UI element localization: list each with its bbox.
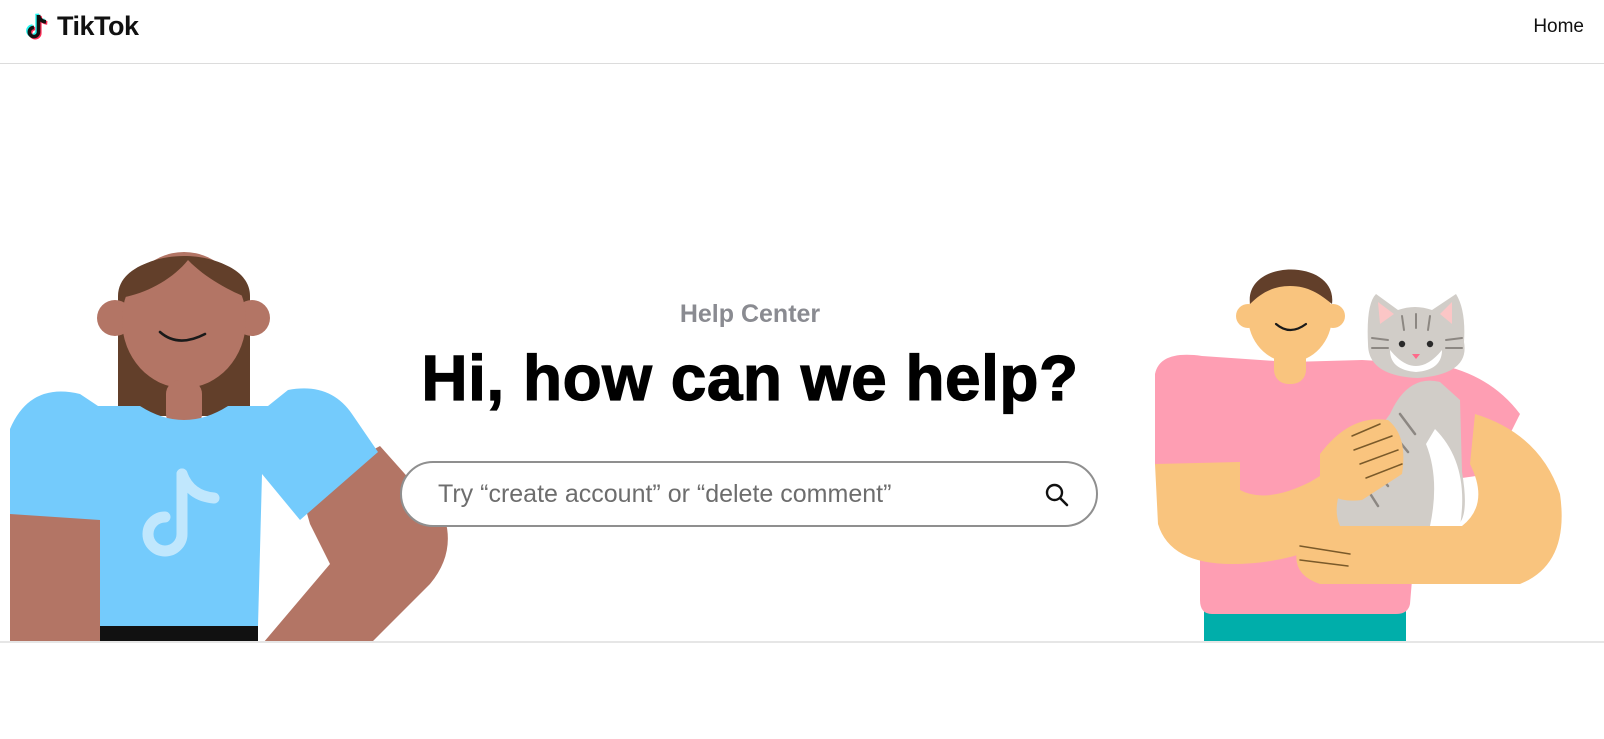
- nav-home-link[interactable]: Home: [1533, 16, 1584, 38]
- help-center-page: TikTok Home Help Center Hi, how can we h…: [0, 0, 1604, 739]
- tiktok-note-icon: [26, 13, 48, 40]
- top-navigation-bar: TikTok Home: [0, 0, 1604, 64]
- search-icon[interactable]: [1044, 482, 1070, 508]
- hero-banner: Help Center Hi, how can we help?: [0, 64, 1604, 642]
- brand-name: TikTok: [57, 11, 139, 41]
- hero-heading: Hi, how can we help?: [421, 341, 1079, 414]
- woman-illustration: [10, 252, 448, 642]
- tiktok-logo-link[interactable]: TikTok: [26, 9, 139, 43]
- hero-bottom-divider: [0, 641, 1604, 643]
- help-center-label: Help Center: [679, 300, 821, 328]
- search-input[interactable]: [438, 474, 998, 514]
- search-bar: [400, 461, 1098, 527]
